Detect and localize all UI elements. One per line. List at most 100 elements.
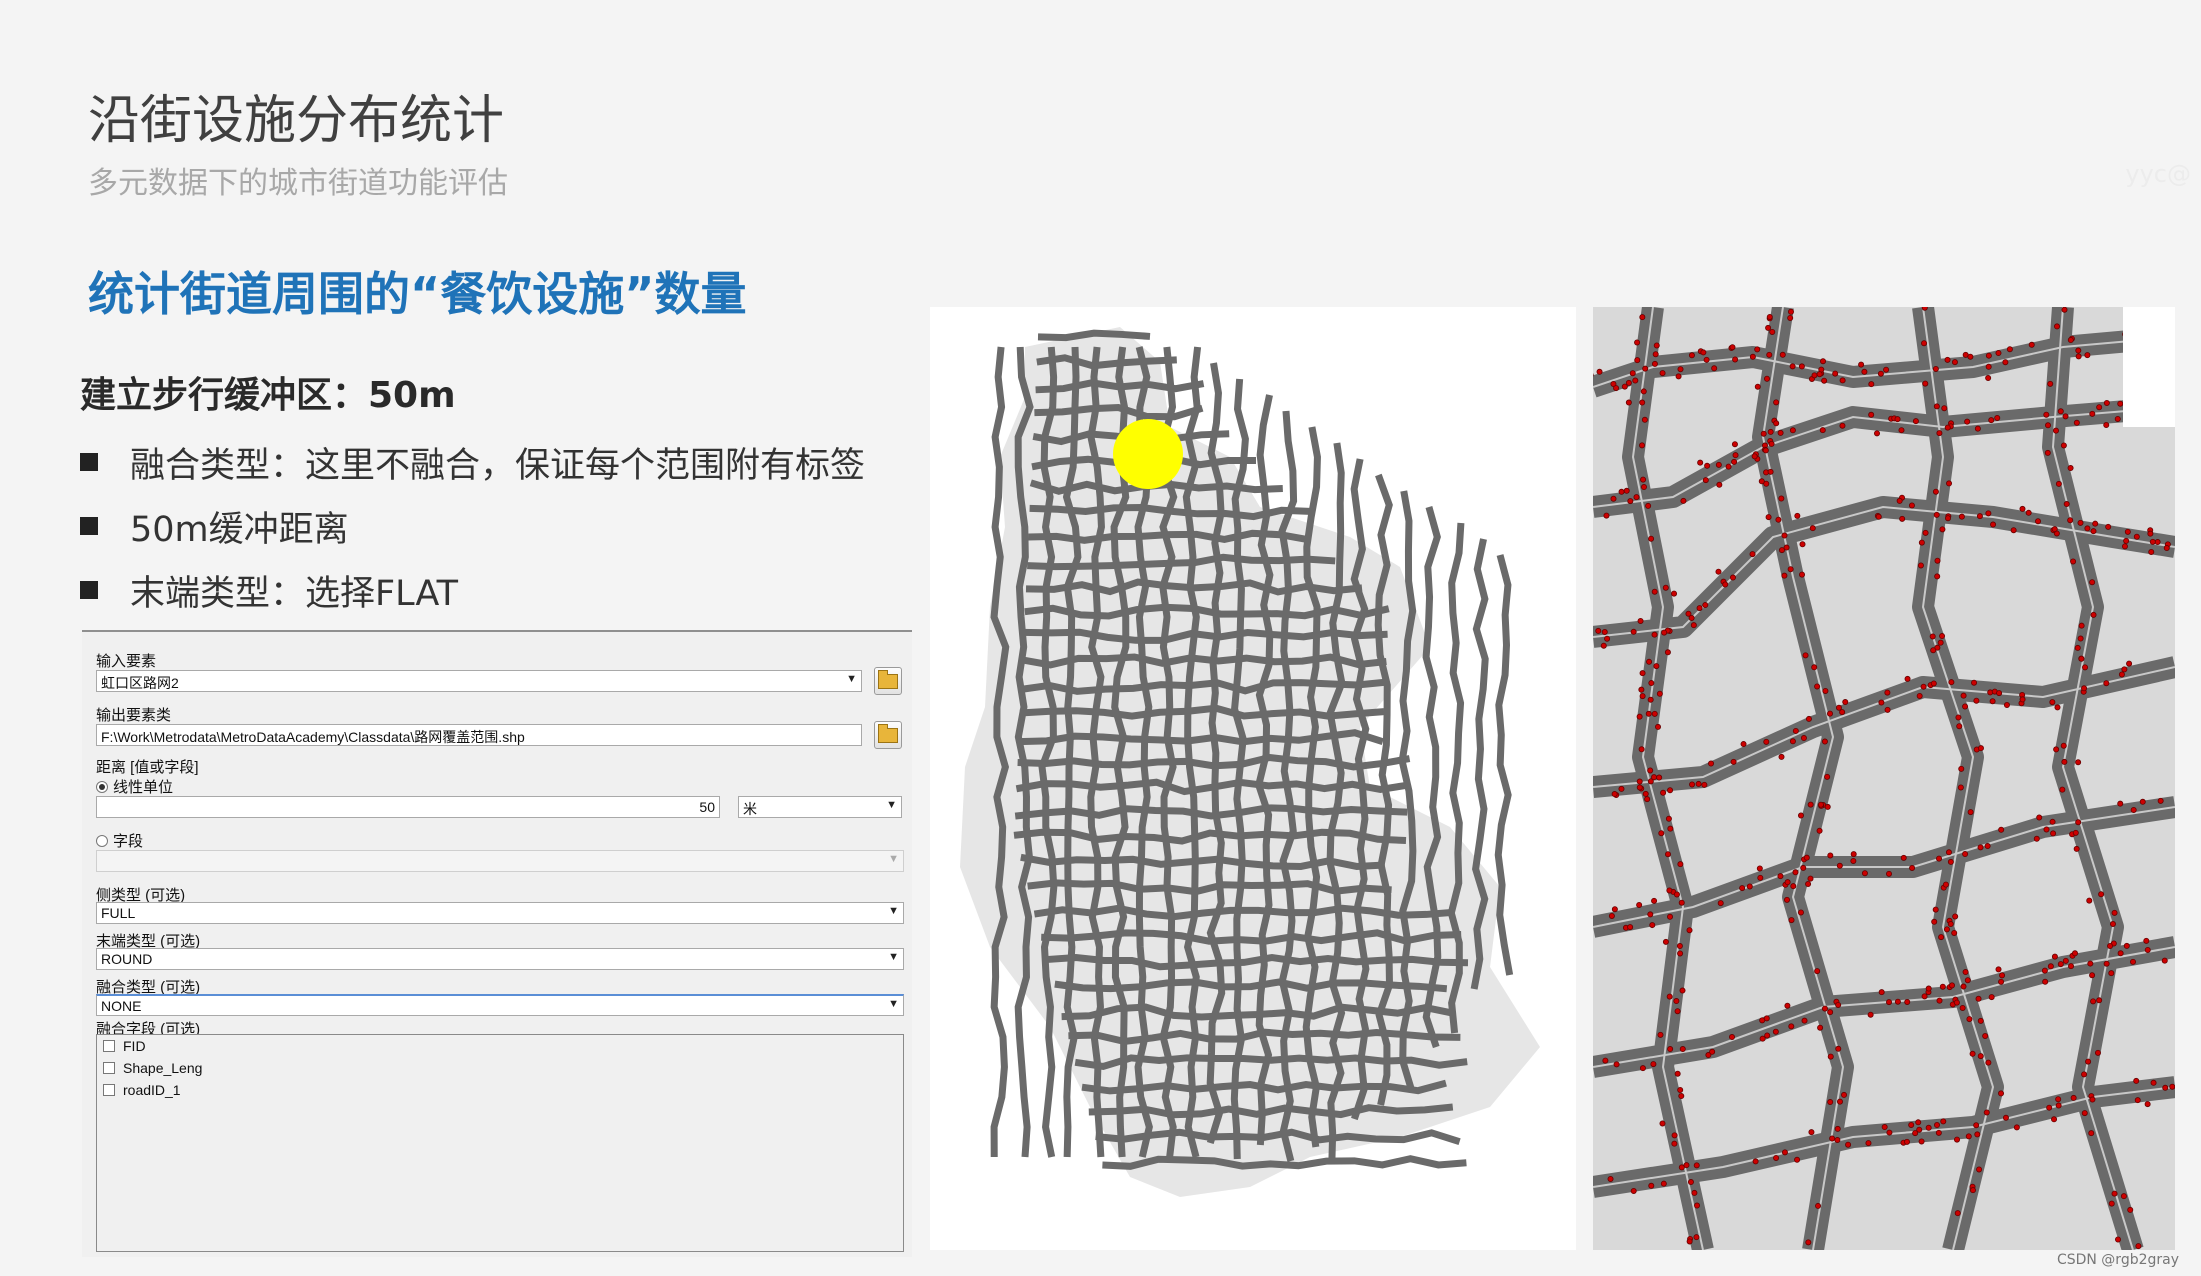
poi-point	[1835, 1045, 1842, 1052]
poi-point	[1645, 710, 1652, 717]
poi-point	[2157, 797, 2164, 804]
poi-point	[1929, 633, 1936, 640]
folder-icon	[878, 723, 898, 743]
poi-point	[1787, 314, 1794, 321]
poi-point	[2121, 666, 2128, 673]
poi-point	[1600, 642, 1607, 649]
dissolve-field-roadid[interactable]: roadID_1	[97, 1079, 903, 1101]
browse-input-button[interactable]	[874, 667, 902, 695]
bullet-square-icon	[80, 581, 98, 599]
poi-point	[1800, 735, 1807, 742]
field-radio[interactable]: 字段	[96, 830, 143, 851]
poi-point	[1937, 639, 1944, 646]
poi-point	[2084, 352, 2091, 359]
dissolve-type-select[interactable]: NONE ▼	[96, 994, 904, 1016]
poi-point	[1989, 698, 1996, 705]
poi-point	[1807, 801, 1814, 808]
poi-point	[1962, 851, 1969, 858]
poi-point	[1649, 922, 1656, 929]
bullet-text: 融合类型：这里不融合，保证每个范围附有标签	[130, 445, 866, 486]
chevron-down-icon: ▼	[888, 905, 899, 917]
field-select[interactable]: ▼	[96, 850, 904, 872]
poi-point	[1656, 774, 1663, 781]
poi-point	[2105, 523, 2112, 530]
poi-point	[1958, 513, 1965, 520]
poi-point	[2036, 814, 2043, 821]
poi-point	[1634, 357, 1641, 364]
poi-point	[2059, 786, 2066, 793]
poi-point	[1951, 929, 1958, 936]
distance-value-input[interactable]: 50	[96, 796, 720, 818]
poi-point	[1841, 1091, 1848, 1098]
poi-point	[1639, 670, 1646, 677]
poi-point	[1921, 993, 1928, 1000]
poi-point	[1667, 825, 1674, 832]
input-features-select[interactable]: 虹口区路网2 ▼	[96, 670, 862, 692]
poi-point	[1618, 488, 1625, 495]
poi-point	[1930, 680, 1937, 687]
poi-point	[1690, 622, 1697, 629]
poi-point	[1666, 993, 1673, 1000]
poi-point	[1824, 803, 1831, 810]
buffer-heading: 建立步行缓冲区：50m	[80, 375, 456, 416]
poi-point	[1998, 1090, 2005, 1097]
poi-point	[2075, 759, 2082, 766]
poi-point	[1904, 998, 1911, 1005]
poi-point	[1739, 885, 1746, 892]
linear-unit-radio[interactable]: 线性单位	[96, 776, 173, 797]
poi-point	[1632, 377, 1639, 384]
poi-point	[2046, 1104, 2053, 1111]
poi-point	[1611, 906, 1618, 913]
bullet-list: 融合类型：这里不融合，保证每个范围附有标签 50m缓冲距离 末端类型：选择FLA…	[80, 430, 865, 622]
side-type-select[interactable]: FULL ▼	[96, 902, 904, 924]
poi-point	[1971, 679, 1978, 686]
poi-point	[1694, 1202, 1701, 1209]
poi-point	[1783, 896, 1790, 903]
poi-point	[1816, 827, 1823, 834]
end-type-select[interactable]: ROUND ▼	[96, 948, 904, 970]
field-radio-label: 字段	[113, 833, 144, 850]
poi-point	[2085, 1058, 2092, 1065]
poi-point	[1915, 1119, 1922, 1126]
poi-point	[1875, 513, 1882, 520]
poi-point	[1886, 999, 1893, 1006]
poi-point	[1938, 934, 1945, 941]
poi-point	[1700, 349, 1707, 356]
poi-point	[1781, 532, 1788, 539]
poi-point	[2123, 537, 2130, 544]
watermark: yyc@	[2125, 160, 2191, 188]
poi-point	[1595, 627, 1602, 634]
poi-point	[2143, 937, 2150, 944]
poi-point	[1821, 377, 1828, 384]
poi-point	[2114, 415, 2121, 422]
poi-point	[1821, 1005, 1828, 1012]
poi-point	[2144, 946, 2151, 953]
poi-point	[1636, 713, 1643, 720]
dissolve-field-shape-leng[interactable]: Shape_Leng	[97, 1057, 903, 1079]
distance-unit-select[interactable]: 米 ▼	[738, 796, 902, 818]
poi-point	[1973, 697, 1980, 704]
poi-point	[1974, 425, 1981, 432]
poi-point	[1673, 998, 1680, 1005]
browse-output-button[interactable]	[874, 721, 902, 749]
dissolve-field-fid[interactable]: FID	[97, 1035, 903, 1057]
poi-point	[1815, 1202, 1822, 1209]
output-feature-class-input[interactable]: F:\Work\Metrodata\MetroDataAcademy\Class…	[96, 724, 862, 746]
poi-point	[1900, 854, 1907, 861]
poi-point	[1930, 647, 1937, 654]
poi-point	[1788, 917, 1795, 924]
poi-point	[2062, 957, 2069, 964]
poi-point	[1696, 605, 1703, 612]
poi-point	[1947, 921, 1954, 928]
poi-point	[1984, 843, 1991, 850]
poi-point	[2067, 517, 2074, 524]
poi-point	[1865, 1140, 1872, 1147]
poi-point	[1758, 478, 1765, 485]
poi-point	[1754, 346, 1761, 353]
poi-point	[2124, 528, 2131, 535]
poi-point	[1973, 1122, 1980, 1129]
poi-point	[1674, 1008, 1681, 1015]
highlight-circle	[1113, 419, 1183, 489]
poi-point	[2089, 410, 2096, 417]
poi-point	[1826, 710, 1833, 717]
